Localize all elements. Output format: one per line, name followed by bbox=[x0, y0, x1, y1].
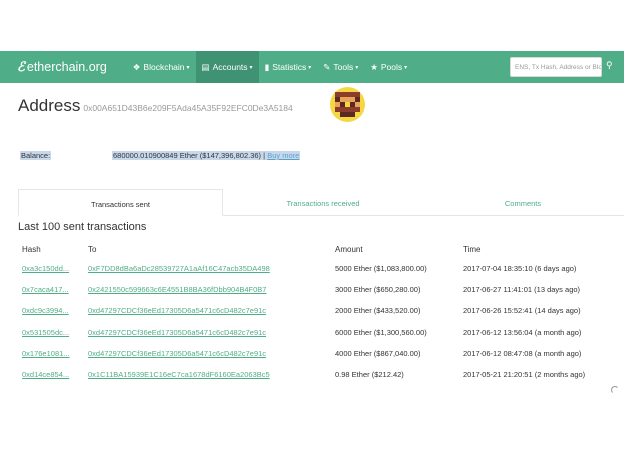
time-cell: 2017-06-12 13:56:04 (a month ago) bbox=[463, 327, 582, 337]
amount-cell: 6000 Ether ($1,300,560.00) bbox=[335, 327, 427, 337]
caret-down-icon: ▾ bbox=[355, 64, 359, 71]
amount-cell: 0.98 Ether ($212.42) bbox=[335, 370, 404, 380]
tx-hash-link[interactable]: 0xa3c150dd... bbox=[18, 258, 88, 279]
amount-cell: 4000 Ether ($867,040.00) bbox=[335, 348, 421, 358]
loading-spinner-icon bbox=[611, 386, 619, 394]
caret-down-icon: ▾ bbox=[186, 64, 190, 71]
cube-icon: ❖ bbox=[132, 61, 141, 72]
tx-hash-link[interactable]: 0xd14ce854... bbox=[18, 364, 88, 385]
recipient-address-link[interactable]: 0xd47297CDCf36eEd17305D6a5471c6cD482c7e9… bbox=[88, 300, 335, 321]
caret-down-icon: ▾ bbox=[249, 64, 253, 71]
table-row: 0x176e1081... 0xd47297CDCf36eEd17305D6a54… bbox=[18, 343, 613, 364]
address-hash: 0x00A651D43B6e209F5Ada45A35F92EFC0De3A51… bbox=[83, 103, 293, 113]
nav-item-tools[interactable]: ✎ Tools ▾ bbox=[317, 51, 364, 83]
table-header-row: Hash To Amount Time bbox=[18, 240, 613, 258]
recipient-address-link[interactable]: 0xF7DD8dBa6aDc28539727A1aAf16C47acb35DA4… bbox=[88, 258, 335, 279]
table-row: 0xdc9c3994... 0xd47297CDCf36eEd17305D6a54… bbox=[18, 300, 613, 321]
buy-more-link[interactable]: Buy more bbox=[267, 151, 299, 160]
brand-logo[interactable]: ℰ etherchain.org bbox=[17, 59, 107, 75]
wrench-icon: ✎ bbox=[323, 61, 331, 72]
list-icon: ▤ bbox=[201, 61, 210, 72]
recipient-address-link[interactable]: 0xd47297CDCf36eEd17305D6a5471c6cD482c7e9… bbox=[88, 343, 335, 364]
caret-down-icon: ▾ bbox=[404, 64, 408, 71]
ether-logo-icon: ℰ bbox=[17, 59, 25, 74]
balance-value: 680000.010900849 Ether ($147,396,802.36) bbox=[113, 151, 262, 160]
nav-item-label: Accounts bbox=[212, 62, 248, 72]
column-header-amount: Amount bbox=[335, 244, 363, 254]
tab-transactions-sent[interactable]: Transactions sent bbox=[18, 189, 223, 216]
table-row: 0xa3c150dd... 0xF7DD8dBa6aDc28539727A1aAf… bbox=[18, 258, 613, 279]
nav-item-pools[interactable]: ★ Pools ▾ bbox=[364, 51, 413, 83]
section-title: Last 100 sent transactions bbox=[18, 221, 147, 233]
column-header-hash: Hash bbox=[22, 244, 41, 254]
balance-label: Balance: bbox=[20, 151, 52, 160]
balance-row: Balance: 680000.010900849 Ether ($147,39… bbox=[18, 148, 624, 164]
time-cell: 2017-07-04 18:35:10 (6 days ago) bbox=[463, 264, 577, 274]
table-row: 0xd14ce854... 0x1C11BA15939E1C16eC7ca1678… bbox=[18, 364, 613, 385]
tabs-bar: Transactions sent Transactions received … bbox=[18, 189, 624, 216]
tx-hash-link[interactable]: 0xdc9c3994... bbox=[18, 300, 88, 321]
time-cell: 2017-06-12 08:47:08 (a month ago) bbox=[463, 348, 582, 358]
recipient-address-link[interactable]: 0x2421550c599663c6E4551B8BA36fDbb904B4F0… bbox=[88, 279, 335, 300]
time-cell: 2017-06-27 11:41:01 (13 days ago) bbox=[463, 285, 581, 295]
star-icon: ★ bbox=[370, 61, 378, 72]
amount-cell: 3000 Ether ($650,280.00) bbox=[335, 285, 421, 295]
bar-chart-icon: ▮ bbox=[264, 61, 270, 72]
nav-item-label: Tools bbox=[333, 62, 354, 72]
search-icon[interactable]: ⚲ bbox=[606, 60, 613, 71]
nav-item-statistics[interactable]: ▮ Statistics ▾ bbox=[259, 51, 318, 83]
balance-separator: | bbox=[263, 151, 266, 160]
search-input[interactable]: ENS, Tx Hash, Address or Block bbox=[510, 57, 602, 77]
address-identicon bbox=[330, 87, 365, 122]
top-navbar: ℰ etherchain.org ❖ Blockchain ▾ ▤ Accounts ▾ ▮… bbox=[0, 51, 624, 83]
nav-item-label: Pools bbox=[380, 62, 403, 72]
column-header-time: Time bbox=[463, 244, 481, 254]
balance-value-group: 680000.010900849 Ether ($147,396,802.36)… bbox=[112, 151, 301, 160]
page-title: Address 0x00A651D43B6e209F5Ada45A35F92EF… bbox=[18, 96, 293, 116]
table-row: 0x7caca417... 0x2421550c599663c6E4551B8BA… bbox=[18, 279, 613, 300]
address-label: Address bbox=[18, 96, 81, 115]
nav-item-accounts[interactable]: ▤ Accounts ▾ bbox=[195, 51, 259, 83]
recipient-address-link[interactable]: 0x1C11BA15939E1C16eC7ca1678dF6160Ea2063B… bbox=[88, 364, 335, 385]
caret-down-icon: ▾ bbox=[308, 64, 312, 71]
transactions-table: Hash To Amount Time 0xa3c150dd... 0xF7DD8… bbox=[18, 240, 613, 385]
time-cell: 2017-05-21 21:20:51 (2 months ago) bbox=[463, 370, 586, 380]
tx-hash-link[interactable]: 0x7caca417... bbox=[18, 279, 88, 300]
amount-cell: 5000 Ether ($1,083,800.00) bbox=[335, 264, 427, 274]
nav-item-blockchain[interactable]: ❖ Blockchain ▾ bbox=[127, 51, 196, 83]
tab-transactions-received[interactable]: Transactions received bbox=[223, 189, 423, 216]
tab-comments[interactable]: Comments bbox=[423, 189, 623, 216]
amount-cell: 2000 Ether ($433,520.00) bbox=[335, 306, 421, 316]
recipient-address-link[interactable]: 0xd47297CDCf36eEd17305D6a5471c6cD482c7e9… bbox=[88, 322, 335, 343]
tx-hash-link[interactable]: 0x531505dc... bbox=[18, 322, 88, 343]
nav-item-label: Blockchain bbox=[143, 62, 185, 72]
nav-item-label: Statistics bbox=[272, 62, 307, 72]
table-row: 0x531505dc... 0xd47297CDCf36eEd17305D6a54… bbox=[18, 322, 613, 343]
tx-hash-link[interactable]: 0x176e1081... bbox=[18, 343, 88, 364]
brand-name: etherchain.org bbox=[26, 60, 107, 74]
column-header-to: To bbox=[88, 244, 97, 254]
time-cell: 2017-06-26 15:52:41 (14 days ago) bbox=[463, 306, 581, 316]
nav-menu: ❖ Blockchain ▾ ▤ Accounts ▾ ▮ Statistics ▾ ✎ Tools… bbox=[127, 51, 413, 83]
